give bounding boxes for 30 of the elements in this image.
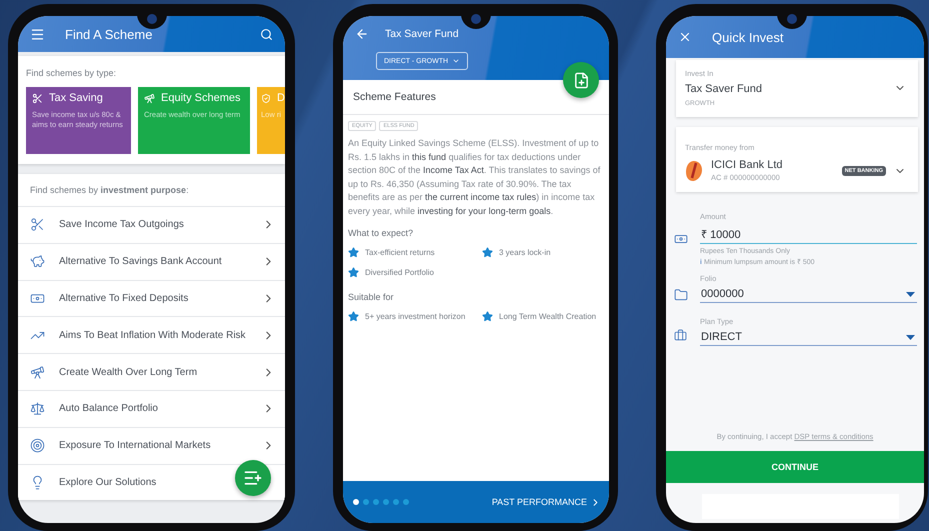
fund-name: Tax Saver Fund: [685, 83, 764, 95]
tile-title: Equity Schemes: [161, 92, 240, 104]
purpose-item[interactable]: Exposure To International Markets: [18, 426, 285, 464]
section-title: Scheme Features: [353, 91, 436, 103]
section-heading: Find schemes by investment purpose:: [30, 185, 189, 195]
purpose-item[interactable]: Create Wealth Over Long Term: [18, 353, 285, 390]
feature-text: 5+ years investment horizon: [365, 312, 466, 321]
purpose-item[interactable]: Auto Balance Portfolio: [18, 390, 285, 427]
tile-title: D: [277, 92, 285, 104]
section-heading: Find schemes by type:: [26, 68, 116, 78]
screen-title: Find A Scheme: [65, 26, 154, 42]
subheading: Suitable for: [348, 292, 395, 302]
tile-title: Tax Saving: [49, 92, 103, 104]
past-performance-link[interactable]: PAST PERFORMANCE: [492, 496, 601, 508]
purpose-item[interactable]: Alternative To Savings Bank Account: [18, 242, 285, 280]
purpose-item[interactable]: Save Income Tax Outgoings: [18, 206, 285, 243]
feature-text: 3 years lock-in: [499, 248, 551, 257]
fund-description: An Equity Linked Savings Scheme (ELSS). Investment of up to Rs. 1.5 lakhs in this fund qualifies for tax deductions under section 80C of the Income Tax Act. This translates to savings of up to Rs. 46,350 (Assuming Tax rate of 30.90%. The tax benefits are as per the current income tax rules) in income tax every year, while investing for your long-term goals.: [348, 137, 602, 218]
feature-text: Diversified Portfolio: [365, 268, 434, 277]
folio-dropdown[interactable]: 0000000: [700, 286, 917, 303]
bank-name: ICICI Bank Ltd: [711, 159, 784, 171]
screen-title: Quick Invest: [712, 30, 785, 44]
feature-text: Tax-efficient returns: [365, 248, 435, 257]
plan-type-dropdown[interactable]: DIRECT: [700, 329, 917, 346]
purpose-item[interactable]: Aims To Beat Inflation With Moderate Risk: [18, 316, 285, 354]
amount-field[interactable]: ₹ 10000: [700, 224, 917, 244]
feature-text: Long Term Wealth Creation: [499, 312, 596, 321]
subheading: What to expect?: [348, 228, 414, 238]
purpose-item[interactable]: Alternative To Fixed Deposits: [18, 280, 285, 316]
screen-title: Tax Saver Fund: [385, 28, 460, 40]
